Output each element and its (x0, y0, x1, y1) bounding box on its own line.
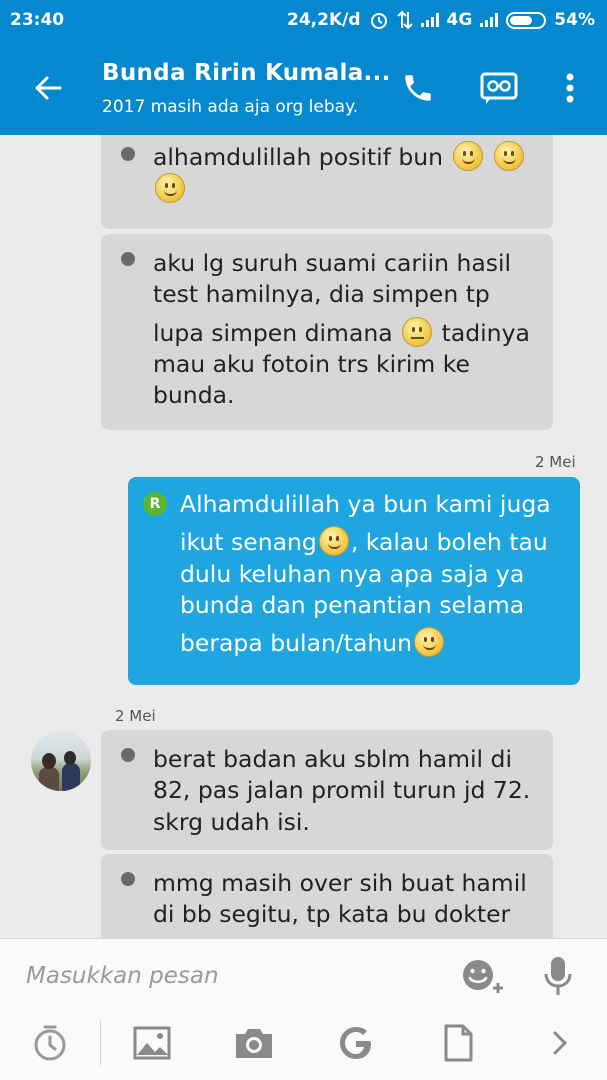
camera-icon (236, 1029, 272, 1058)
data-transfer-icon (396, 10, 413, 30)
sender-dot (121, 252, 135, 266)
contact-avatar[interactable] (31, 731, 91, 791)
hug-emoji-icon (414, 627, 445, 657)
timer-icon (34, 1025, 66, 1061)
smile-emoji-icon (494, 141, 525, 171)
phone-icon (405, 75, 431, 101)
conversation-header: Bunda Ririn Kumala... 2017 masih ada aja… (0, 40, 607, 135)
message-line: di bb segitu, tp kata bu dokter (153, 900, 511, 929)
video-call-icon (480, 72, 518, 104)
signal-icon-2 (480, 13, 499, 27)
battery-level: 54% (554, 10, 595, 30)
microphone-icon (544, 957, 572, 995)
message-line: mmg masih over sih buat hamil (153, 869, 527, 897)
message-line: ikut senang, kalau boleh tau (180, 526, 548, 557)
message-line: berapa bulan/tahun (180, 627, 566, 659)
message-line: skrg udah isi. (153, 807, 310, 836)
message-line: aku lg suruh suami cariin hasil (153, 249, 512, 277)
message-bubble-incoming[interactable]: berat badan aku sblm hamil di 82, pas ja… (101, 730, 553, 850)
message-timestamp: 2 Mei (535, 453, 576, 471)
message-list[interactable]: alhamdulillah positif bun aku lg suruh s… (0, 135, 607, 938)
message-line: alhamdulillah positif bun (153, 137, 537, 173)
image-icon (133, 1026, 171, 1060)
alarm-icon (370, 13, 387, 29)
message-bubble-incoming[interactable]: aku lg suruh suami cariin hasil test ham… (101, 234, 553, 430)
chevron-right-icon (553, 1031, 568, 1055)
status-bar: 23:40 24,2K/d 4G 54% (0, 0, 607, 40)
network-type: 4G (446, 10, 473, 30)
camera-button[interactable] (230, 1021, 278, 1065)
contact-status: 2017 masih ada aja org lebay. (102, 97, 359, 117)
message-line (153, 173, 537, 205)
gallery-button[interactable] (128, 1021, 176, 1065)
toolbar-divider (100, 1021, 101, 1065)
message-line: Alhamdulillah ya bun kami juga (180, 490, 551, 518)
grimace-emoji-icon (402, 316, 433, 347)
google-search-button[interactable] (332, 1021, 380, 1065)
message-line: lupa simpen dimana tadinya (153, 316, 530, 347)
message-line: bunda. (153, 381, 235, 409)
video-call-button[interactable] (477, 66, 521, 110)
sender-dot (121, 748, 135, 762)
call-button[interactable] (396, 66, 440, 110)
relieved-emoji-icon (318, 526, 349, 557)
signal-icon (420, 13, 439, 27)
more-options-button[interactable] (548, 66, 592, 110)
sender-dot (121, 147, 135, 161)
message-composer (0, 938, 607, 1080)
smile-emoji-icon (155, 173, 185, 204)
message-line: bunda dan penantian selama (180, 590, 525, 619)
attach-file-button[interactable] (434, 1021, 482, 1065)
battery-icon (506, 11, 547, 29)
timer-button[interactable] (26, 1021, 74, 1065)
google-icon (340, 1027, 371, 1059)
status-indicators: 24,2K/d 4G 54% (287, 10, 595, 30)
message-line: mau aku fotoin trs kirim ke (153, 349, 470, 378)
read-status-badge: R (143, 492, 167, 516)
smile-emoji-icon (452, 141, 483, 171)
more-vert-icon (566, 73, 574, 103)
message-line: 82, pas jalan promil turun jd 72. (153, 776, 531, 805)
sender-dot (121, 872, 135, 886)
contact-name[interactable]: Bunda Ririn Kumala... (102, 60, 391, 86)
message-line: test hamilnya, dia simpen tp (153, 280, 490, 309)
add-emoji-icon (463, 960, 503, 993)
message-bubble-outgoing[interactable]: R Alhamdulillah ya bun kami juga ikut se… (128, 477, 580, 685)
back-arrow-icon (35, 76, 62, 100)
status-time: 23:40 (10, 10, 65, 30)
back-button[interactable] (30, 70, 66, 106)
more-tools-button[interactable] (536, 1021, 584, 1065)
message-line: dulu keluhan nya apa saja ya (180, 559, 525, 588)
voice-message-button[interactable] (538, 953, 578, 999)
message-input[interactable] (26, 956, 426, 996)
message-bubble-incoming[interactable]: mmg masih over sih buat hamil di bb segi… (101, 854, 553, 938)
message-bubble-incoming[interactable]: alhamdulillah positif bun (101, 135, 553, 229)
message-timestamp: 2 Mei (115, 707, 156, 725)
file-icon (444, 1024, 473, 1062)
network-speed: 24,2K/d (287, 10, 361, 30)
message-line: berat badan aku sblm hamil di (153, 745, 512, 773)
emoji-button[interactable] (460, 957, 506, 997)
